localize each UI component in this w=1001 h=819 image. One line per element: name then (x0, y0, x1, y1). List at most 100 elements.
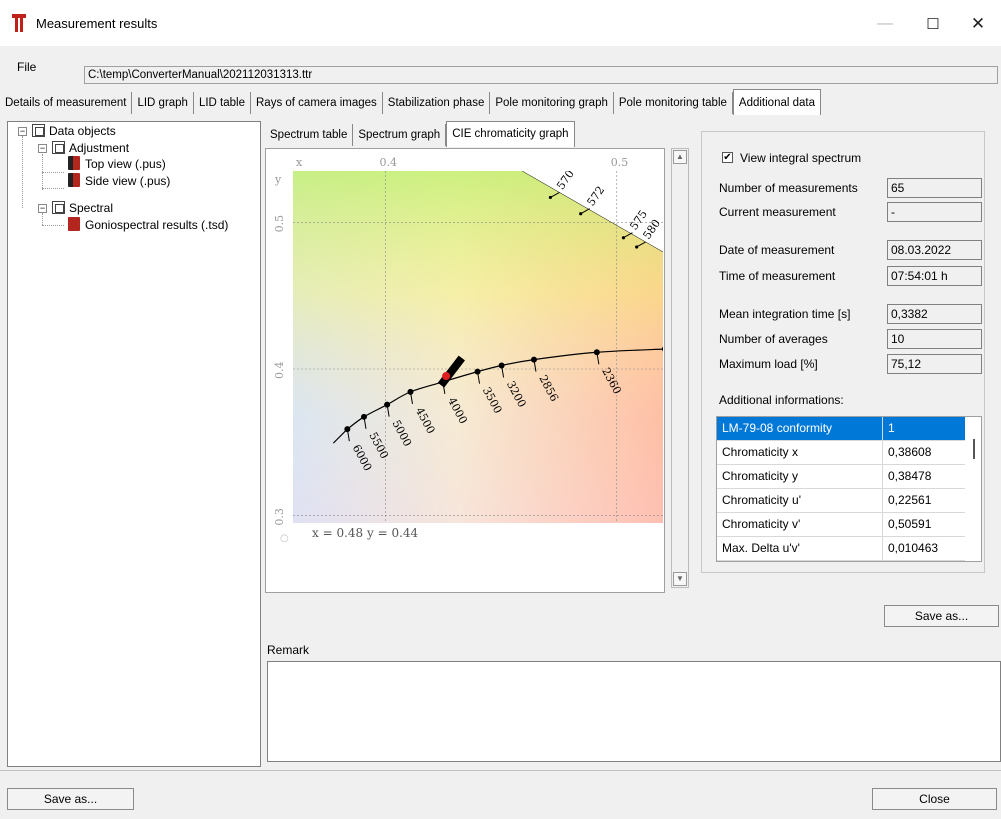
tree-node-goniospectral[interactable]: Goniospectral results (.tsd) (68, 217, 228, 233)
averages-field: 10 (887, 329, 982, 349)
time-field: 07:54:01 h (887, 266, 982, 286)
cursor-readout: x = 0.48 y = 0.44 (312, 526, 419, 540)
chart-vertical-scrollbar[interactable]: ▲ ▼ (671, 148, 689, 588)
tab-details-of-measurement[interactable]: Details of measurement (0, 92, 133, 114)
y-tick-label: 0.4 (273, 362, 286, 380)
inner-tab-bar: Spectrum table Spectrum graph CIE chroma… (265, 121, 575, 147)
tab-lid-table[interactable]: LID table (194, 92, 251, 114)
table-cell-value: 0,38608 (888, 445, 932, 459)
scroll-down-icon[interactable]: ▼ (673, 572, 687, 586)
current-measurement-point (442, 372, 451, 381)
table-cell-name: Chromaticity y (717, 465, 883, 488)
cie-chromaticity-chart[interactable]: 1900236028563200350040004500500055006000… (266, 149, 664, 592)
table-cell-value: 0,50591 (888, 517, 932, 531)
table-cell-value: 0,22561 (888, 493, 932, 507)
spectrometer-icon (68, 217, 80, 231)
table-row[interactable]: LM-79-08 conformity 1 (717, 417, 965, 441)
tab-additional-data[interactable]: Additional data (732, 89, 821, 115)
table-row[interactable]: Chromaticity x 0,38608 (717, 441, 965, 465)
tab-stabilization-phase[interactable]: Stabilization phase (383, 92, 491, 114)
remark-textarea[interactable] (267, 661, 1001, 762)
averages-label: Number of averages (719, 332, 828, 346)
scroll-up-icon[interactable]: ▲ (673, 150, 687, 164)
goniometer-icon (68, 156, 80, 170)
title-bar: Measurement results — ☐ ✕ (0, 0, 1001, 46)
table-cell-name: LM-79-08 conformity (717, 417, 883, 440)
file-label: File (17, 60, 37, 74)
table-row[interactable]: Chromaticity u' 0,22561 (717, 489, 965, 513)
collapse-root-icon[interactable]: − (18, 127, 27, 136)
tree-node-data-objects[interactable]: Data objects (32, 123, 116, 139)
num-measurements-label: Number of measurements (719, 181, 858, 195)
table-row[interactable]: Chromaticity y 0,38478 (717, 465, 965, 489)
spectral-point (635, 245, 639, 249)
collapse-adjustment-icon[interactable]: − (38, 144, 47, 153)
tree-label: Top view (.pus) (85, 157, 166, 171)
folder-objects-icon (32, 124, 45, 137)
mean-integration-field: 0,3382 (887, 304, 982, 324)
tree-node-adjustment[interactable]: Adjustment (52, 140, 129, 156)
date-label: Date of measurement (719, 243, 835, 257)
tree-node-side-view[interactable]: Side view (.pus) (68, 173, 170, 189)
additional-info-table[interactable]: LM-79-08 conformity 1 Chromaticity x 0,3… (716, 416, 982, 562)
tab-spectrum-graph[interactable]: Spectrum graph (353, 124, 447, 146)
table-row[interactable]: Chromaticity v' 0,50591 (717, 513, 965, 537)
tab-spectrum-table[interactable]: Spectrum table (265, 124, 354, 146)
remark-label: Remark (267, 643, 310, 657)
y-axis-label: y (274, 173, 282, 186)
spectral-point (548, 195, 552, 200)
spectral-point (621, 236, 626, 240)
maximize-button[interactable]: ☐ (910, 8, 956, 40)
tree-node-top-view[interactable]: Top view (.pus) (68, 156, 166, 172)
close-button[interactable]: Close (872, 788, 997, 810)
num-measurements-field: 65 (887, 178, 982, 198)
tree-label: Side view (.pus) (85, 174, 171, 188)
view-integral-checkbox[interactable]: ✔ (722, 152, 733, 163)
time-label: Time of measurement (719, 269, 836, 283)
tree-label: Adjustment (69, 141, 130, 155)
table-cell-value: 0,010463 (888, 541, 939, 555)
table-row[interactable]: Max. Delta u'v' 0,010463 (717, 537, 965, 561)
table-cell-name: Chromaticity x (717, 441, 883, 464)
tab-lid-graph[interactable]: LID graph (132, 92, 194, 114)
data-objects-tree: − Data objects − Adjustment Top view (.p… (7, 121, 261, 767)
app-logo-icon (12, 14, 26, 32)
table-cell-value: 1 (883, 417, 965, 440)
max-load-label: Maximum load [%] (719, 357, 818, 371)
save-as-data-button[interactable]: Save as... (884, 605, 999, 627)
max-load-field: 75,12 (887, 354, 982, 374)
main-tab-bar: Details of measurement LID graph LID tab… (0, 89, 821, 116)
svg-text:○: ○ (280, 533, 289, 544)
tree-label: Goniospectral results (.tsd) (85, 218, 229, 232)
tab-rays-of-camera-images[interactable]: Rays of camera images (251, 92, 383, 114)
x-tick-label: 0.4 (380, 156, 398, 169)
close-window-button[interactable]: ✕ (955, 8, 1001, 40)
table-cell-name: Chromaticity u' (717, 489, 883, 512)
table-cell-value: 0,38478 (888, 469, 932, 483)
file-path-field[interactable]: C:\temp\ConverterManual\202112031313.ttr (84, 66, 998, 84)
tree-label: Data objects (49, 124, 116, 138)
window-title: Measurement results (36, 16, 158, 31)
goniometer-icon (68, 173, 80, 187)
bottom-divider (0, 770, 1001, 771)
collapse-spectral-icon[interactable]: − (38, 204, 47, 213)
save-as-button[interactable]: Save as... (7, 788, 134, 810)
date-field: 08.03.2022 (887, 240, 982, 260)
table-scroll-thumb[interactable] (973, 439, 975, 459)
folder-objects-icon (52, 201, 65, 214)
mean-integration-label: Mean integration time [s] (719, 307, 851, 321)
tab-cie-chromaticity-graph[interactable]: CIE chromaticity graph (446, 121, 575, 147)
y-tick-label: 0.5 (273, 215, 286, 233)
tree-node-spectral[interactable]: Spectral (52, 200, 113, 216)
x-axis-label: x (296, 156, 303, 169)
spectral-point (579, 212, 583, 216)
minimize-button[interactable]: — (862, 8, 908, 40)
table-cell-name: Chromaticity v' (717, 513, 883, 536)
tab-pole-monitoring-graph[interactable]: Pole monitoring graph (490, 92, 614, 114)
table-cell-name: Max. Delta u'v' (717, 537, 883, 560)
additional-info-label: Additional informations: (719, 393, 844, 407)
cie-chart-frame: 1900236028563200350040004500500055006000… (265, 148, 665, 593)
tree-label: Spectral (69, 201, 114, 215)
tab-pole-monitoring-table[interactable]: Pole monitoring table (614, 92, 733, 114)
folder-objects-icon (52, 141, 65, 154)
